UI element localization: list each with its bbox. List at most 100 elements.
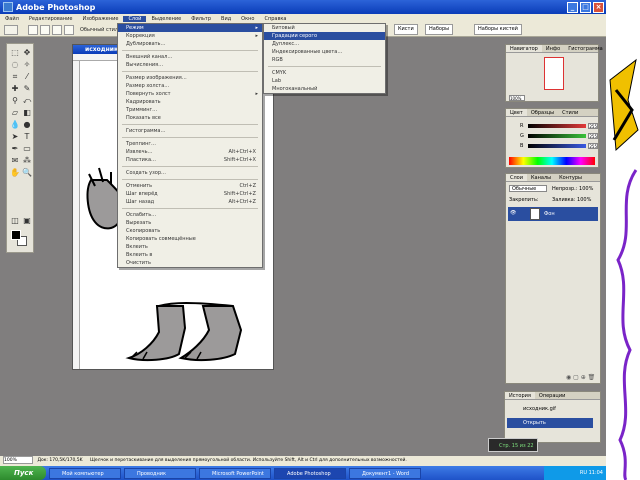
eraser-tool-icon[interactable]: ▱ <box>10 108 20 118</box>
menu-item[interactable]: Копировать совмещённые <box>118 235 262 243</box>
blend-mode-select[interactable]: Обычные <box>509 185 547 192</box>
status-zoom-field[interactable]: 100% <box>3 456 33 464</box>
tab-0[interactable]: Навигатор <box>506 45 542 52</box>
fill-label[interactable]: Заливка: 100% <box>552 197 591 203</box>
clone-stamp-tool-icon[interactable]: ⚲ <box>10 96 20 106</box>
tab-0[interactable]: Слои <box>506 174 527 181</box>
crop-tool-icon[interactable]: ⌗ <box>10 72 20 82</box>
history-row[interactable]: исходник.gif <box>507 404 593 414</box>
pen-tool-icon[interactable]: ✒ <box>10 144 20 154</box>
tab-2[interactable]: Гистограмма <box>564 45 607 52</box>
menu-item[interactable]: Градации серого <box>264 32 385 40</box>
tab-0[interactable]: Цвет <box>506 109 527 116</box>
tab-2[interactable]: Контуры <box>555 174 586 181</box>
menu-item[interactable]: Вычисления… <box>118 61 262 69</box>
channel-slider[interactable] <box>528 144 586 148</box>
menu-4[interactable]: Выделение <box>146 16 186 22</box>
maximize-button[interactable]: □ <box>580 1 591 13</box>
menu-item[interactable]: Кадрировать <box>118 98 262 106</box>
menu-8[interactable]: Справка <box>259 16 291 22</box>
visibility-eye-icon[interactable]: 👁 <box>510 210 516 216</box>
menu-item[interactable]: Вклеить в <box>118 251 262 259</box>
minimize-button[interactable]: _ <box>567 1 578 13</box>
menu-5[interactable]: Фильтр <box>186 16 216 22</box>
new-selection-icon[interactable] <box>28 25 38 35</box>
tab-0[interactable]: История <box>505 392 535 399</box>
menu-item[interactable]: Lab <box>264 77 385 85</box>
menu-item[interactable]: Вырезать <box>118 219 262 227</box>
tab-2[interactable]: Стили <box>558 109 582 116</box>
menu-item[interactable]: Пластика… Shift+Ctrl+X <box>118 156 262 164</box>
menu-item[interactable]: Ослабить… <box>118 211 262 219</box>
start-button[interactable]: Пуск <box>0 466 46 480</box>
menu-3[interactable]: Слой <box>123 15 147 22</box>
brush-presets-well-tab[interactable]: Наборы кистей <box>474 24 522 35</box>
navigator-zoom-field[interactable]: 100% <box>509 95 525 101</box>
menu-item[interactable]: Внешний канал… <box>118 53 262 61</box>
taskbar-button[interactable]: Adobe Photoshop <box>274 467 346 479</box>
menu-item[interactable]: Размер изображения… <box>118 74 262 82</box>
taskbar-button[interactable]: Проводник <box>124 467 196 479</box>
magic-wand-tool-icon[interactable]: ✧ <box>22 60 32 70</box>
tab-1[interactable]: Каналы <box>527 174 555 181</box>
menu-1[interactable]: Редактирование <box>24 16 78 22</box>
taskbar-button[interactable]: Мой компьютер <box>49 467 121 479</box>
menu-item[interactable]: Треппинг… <box>118 140 262 148</box>
presets-well-tab[interactable]: Наборы <box>425 24 454 35</box>
status-doc-size[interactable]: Док: 170,5K/170,5K <box>37 458 82 463</box>
tab-1[interactable]: Образцы <box>527 109 558 116</box>
menu-item[interactable]: Повернуть холст ▸ <box>118 90 262 98</box>
menu-item[interactable]: Гистограмма… <box>118 127 262 135</box>
menu-item[interactable]: Битовый <box>264 24 385 32</box>
move-tool-icon[interactable]: ✥ <box>22 48 32 58</box>
menu-item[interactable]: Вклеить <box>118 243 262 251</box>
close-button[interactable]: × <box>593 1 604 13</box>
menu-item[interactable]: Шаг вперёд Shift+Ctrl+Z <box>118 190 262 198</box>
menu-item[interactable]: Индексированные цвета… <box>264 48 385 56</box>
channel-value-field[interactable]: 255 <box>588 123 598 129</box>
slice-tool-icon[interactable]: ⁄ <box>22 72 32 82</box>
notes-tool-icon[interactable]: ✉ <box>10 156 20 166</box>
gradient-tool-icon[interactable]: ◧ <box>22 108 32 118</box>
dodge-tool-icon[interactable]: ● <box>22 120 32 130</box>
menu-item[interactable]: RGB <box>264 56 385 64</box>
quick-mask-icon[interactable]: ◫ <box>10 216 20 226</box>
taskbar-button[interactable]: Документ1 - Word <box>349 467 421 479</box>
menu-item[interactable]: Очистить <box>118 259 262 267</box>
opacity-label[interactable]: Непрозр.: 100% <box>552 186 593 192</box>
menu-item[interactable]: Размер холста… <box>118 82 262 90</box>
healing-brush-tool-icon[interactable]: ✚ <box>10 84 20 94</box>
menu-item[interactable]: Режим ▸ <box>118 24 262 32</box>
taskbar-button[interactable]: Microsoft PowerPoint <box>199 467 271 479</box>
intersect-selection-icon[interactable] <box>64 25 74 35</box>
navigator-thumbnail[interactable] <box>544 57 564 90</box>
lasso-tool-icon[interactable]: ◌ <box>10 60 20 70</box>
history-brush-tool-icon[interactable]: ⤺ <box>22 96 32 106</box>
menu-2[interactable]: Изображение <box>77 16 123 22</box>
menu-item[interactable]: Коррекция ▸ <box>118 32 262 40</box>
tab-1[interactable]: Инфо <box>542 45 564 52</box>
zoom-tool-icon[interactable]: 🔍 <box>22 168 32 178</box>
screen-mode-icon[interactable]: ▣ <box>22 216 32 226</box>
layer-row[interactable]: 👁 Фон <box>508 207 598 221</box>
history-row[interactable]: Открыть <box>507 418 593 428</box>
menu-item[interactable]: Тримминг… <box>118 106 262 114</box>
path-selection-tool-icon[interactable]: ➤ <box>10 132 20 142</box>
tab-1[interactable]: Операции <box>535 392 569 399</box>
hand-tool-icon[interactable]: ✋ <box>10 168 20 178</box>
shape-tool-icon[interactable]: ▭ <box>22 144 32 154</box>
channel-slider[interactable] <box>528 134 586 138</box>
menu-item[interactable]: Показать все <box>118 114 262 122</box>
add-selection-icon[interactable] <box>40 25 50 35</box>
brush-tool-icon[interactable]: ✎ <box>22 84 32 94</box>
menu-item[interactable]: Отменить Ctrl+Z <box>118 182 262 190</box>
channel-slider[interactable] <box>528 124 586 128</box>
channel-value-field[interactable]: 255 <box>588 143 598 149</box>
color-spectrum-bar[interactable] <box>509 157 595 165</box>
menu-6[interactable]: Вид <box>216 16 236 22</box>
menu-item[interactable]: Извлечь… Alt+Ctrl+X <box>118 148 262 156</box>
subtract-selection-icon[interactable] <box>52 25 62 35</box>
menu-item[interactable]: Шаг назад Alt+Ctrl+Z <box>118 198 262 206</box>
type-tool-icon[interactable]: T <box>22 132 32 142</box>
layer-footer-icons[interactable]: ◉ ▢ ⊕ 🗑 <box>566 374 595 381</box>
